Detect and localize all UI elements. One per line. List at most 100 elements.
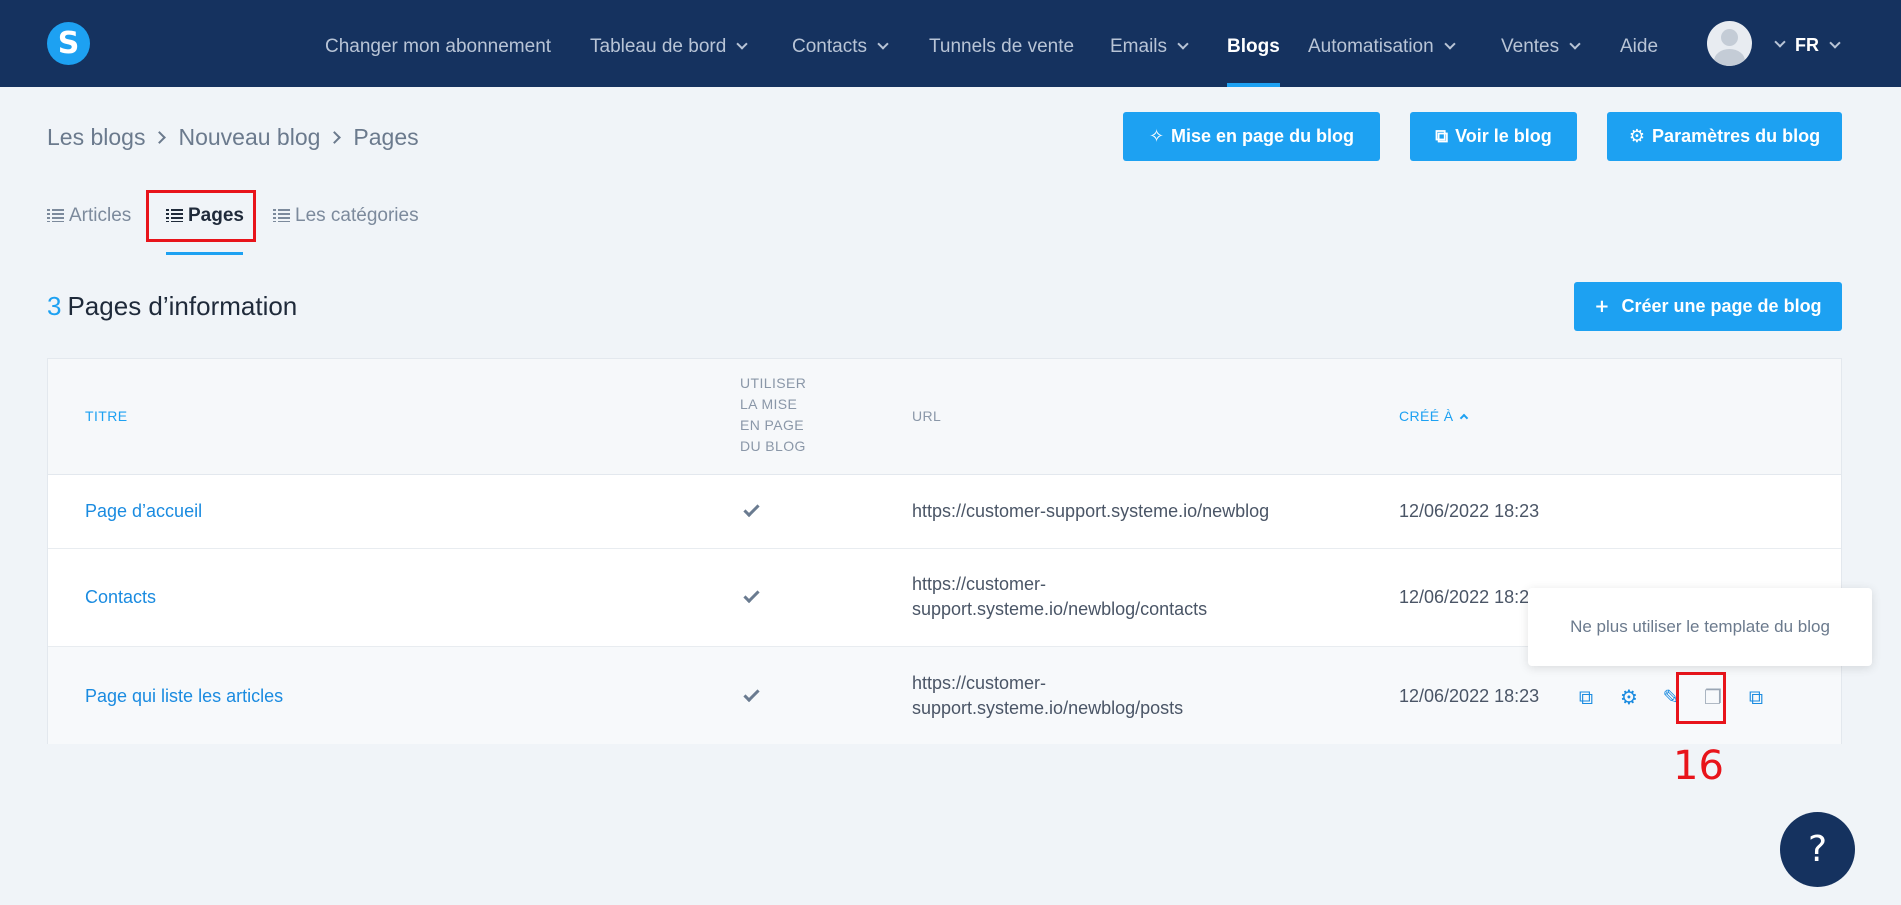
page-url: https://customer- support.systeme.io/new… bbox=[912, 572, 1207, 622]
column-header-created-label: CRÉÉ À bbox=[1399, 408, 1454, 424]
blog-settings-label: Paramètres du blog bbox=[1652, 126, 1821, 146]
help-button[interactable]: ? bbox=[1780, 812, 1855, 887]
column-header-title[interactable]: TITRE bbox=[85, 406, 127, 427]
page-url: https://customer- support.systeme.io/new… bbox=[912, 671, 1183, 721]
tab-label: Les catégories bbox=[295, 205, 419, 226]
top-nav: S Changer mon abonnement Tableau de bord… bbox=[0, 0, 1901, 87]
nav-item-label: Tunnels de vente bbox=[929, 36, 1075, 57]
chevron-right-icon bbox=[328, 131, 342, 144]
external-link-icon: ⧉ bbox=[1435, 126, 1449, 147]
page-url: https://customer-support.systeme.io/newb… bbox=[912, 499, 1269, 524]
table-row: Page d’accueil https://customer-support.… bbox=[48, 475, 1841, 549]
check-icon bbox=[743, 685, 760, 703]
column-header-line: LA MISE bbox=[740, 396, 798, 412]
page-title-link[interactable]: Contacts bbox=[85, 585, 156, 610]
page-url-line: https://customer- bbox=[912, 673, 1047, 693]
column-header-url: URL bbox=[912, 408, 942, 424]
column-header-use-layout: UTILISER LA MISE EN PAGE DU BLOG bbox=[740, 373, 806, 457]
blog-layout-label: Mise en page du blog bbox=[1171, 126, 1355, 146]
duplicate-page-button[interactable]: ⧉ bbox=[1743, 684, 1769, 710]
pages-table: TITRE UTILISER LA MISE EN PAGE DU BLOG U… bbox=[47, 358, 1842, 744]
nav-item-label: Emails bbox=[1110, 36, 1168, 57]
chevron-down-icon bbox=[1569, 38, 1581, 50]
breadcrumb-nouveau-blog[interactable]: Nouveau blog bbox=[178, 124, 320, 150]
page-created: 12/06/2022 18:23 bbox=[1399, 501, 1540, 521]
tab-label: Articles bbox=[69, 205, 132, 226]
view-blog-button[interactable]: ⧉ Voir le blog bbox=[1410, 112, 1577, 161]
column-header-line: DU BLOG bbox=[740, 438, 806, 454]
chevron-down-icon bbox=[736, 38, 748, 50]
check-icon bbox=[743, 500, 760, 518]
nav-item-emails[interactable]: Emails bbox=[1110, 0, 1189, 87]
step-annotation: 16 bbox=[1673, 743, 1724, 789]
nav-item-label: Ventes bbox=[1501, 36, 1560, 57]
external-link-icon: ⧉ bbox=[1578, 685, 1594, 709]
sort-asc-icon bbox=[1459, 413, 1468, 423]
plus-icon: + bbox=[1594, 296, 1610, 317]
open-page-button[interactable]: ⧉ bbox=[1573, 684, 1599, 710]
page-url-line: https://customer-support.systeme.io/newb… bbox=[912, 501, 1270, 521]
tooltip: Ne plus utiliser le template du blog bbox=[1528, 588, 1872, 666]
chevron-down-icon[interactable] bbox=[1774, 36, 1786, 48]
list-icon bbox=[47, 209, 64, 222]
nav-item-ventes[interactable]: Ventes bbox=[1501, 0, 1581, 87]
nav-item-label: Blogs bbox=[1227, 36, 1280, 57]
view-blog-label: Voir le blog bbox=[1455, 126, 1552, 146]
nav-item-label: Aide bbox=[1620, 36, 1659, 57]
column-header-line: EN PAGE bbox=[740, 417, 805, 433]
page-created: 12/06/2022 18:23 bbox=[1399, 686, 1540, 706]
breadcrumb-blogs[interactable]: Les blogs bbox=[47, 124, 145, 150]
page-title-link[interactable]: Page d’accueil bbox=[85, 499, 202, 524]
nav-item-tunnels-de-vente[interactable]: Tunnels de vente bbox=[929, 0, 1074, 87]
check-icon bbox=[743, 586, 760, 604]
nav-item-automatisation[interactable]: Automatisation bbox=[1308, 0, 1456, 87]
blog-layout-button[interactable]: ✧ Mise en page du blog bbox=[1123, 112, 1380, 161]
highlight-box-stop-template bbox=[1676, 672, 1726, 724]
avatar-body bbox=[1714, 49, 1745, 66]
chevron-down-icon bbox=[1829, 37, 1841, 49]
gear-icon: ⚙ bbox=[1620, 685, 1638, 709]
language-selector[interactable]: FR bbox=[1795, 0, 1841, 87]
nav-item-label: Tableau de bord bbox=[590, 36, 727, 57]
page-settings-button[interactable]: ⚙ bbox=[1616, 684, 1642, 710]
list-icon bbox=[273, 209, 290, 222]
avatar[interactable] bbox=[1707, 21, 1752, 66]
nav-item-blogs[interactable]: Blogs bbox=[1227, 0, 1280, 87]
nav-item-label: Changer mon abonnement bbox=[325, 36, 552, 57]
column-header-line: UTILISER bbox=[740, 375, 807, 391]
duplicate-icon: ⧉ bbox=[1748, 685, 1764, 709]
tab-articles[interactable]: Articles bbox=[47, 205, 131, 227]
page-title: 3 Pages d’information bbox=[47, 291, 297, 322]
nav-item-label: Contacts bbox=[792, 36, 867, 57]
gear-icon: ⚙ bbox=[1628, 126, 1646, 147]
active-tab-indicator bbox=[166, 252, 243, 255]
magic-wand-icon: ✧ bbox=[1148, 126, 1165, 147]
page-title-link[interactable]: Page qui liste les articles bbox=[85, 684, 283, 709]
page-count: 3 bbox=[47, 291, 62, 321]
nav-item-label: Automatisation bbox=[1308, 36, 1434, 57]
nav-item-aide[interactable]: Aide bbox=[1620, 0, 1658, 87]
avatar-head bbox=[1721, 29, 1738, 46]
nav-item-changer-abonnement[interactable]: Changer mon abonnement bbox=[325, 0, 551, 87]
create-blog-page-button[interactable]: + Créer une page de blog bbox=[1574, 282, 1842, 331]
page-url-line: support.systeme.io/newblog/posts bbox=[912, 698, 1184, 718]
page-url-line: https://customer- bbox=[912, 574, 1047, 594]
page-url-line: support.systeme.io/newblog/contacts bbox=[912, 599, 1208, 619]
chevron-right-icon bbox=[153, 131, 167, 144]
chevron-down-icon bbox=[1444, 38, 1456, 50]
highlight-box-pages-tab bbox=[146, 190, 256, 242]
breadcrumb: Les blogs Nouveau blog Pages bbox=[47, 124, 419, 151]
systeme-logo[interactable]: S bbox=[47, 22, 90, 65]
chevron-down-icon bbox=[877, 38, 889, 50]
tab-categories[interactable]: Les catégories bbox=[273, 205, 419, 227]
page-created: 12/06/2022 18:23 bbox=[1399, 587, 1540, 607]
page-title-label: Pages d’information bbox=[67, 291, 298, 321]
nav-item-tableau-de-bord[interactable]: Tableau de bord bbox=[590, 0, 748, 87]
nav-item-contacts[interactable]: Contacts bbox=[792, 0, 889, 87]
table-header: TITRE UTILISER LA MISE EN PAGE DU BLOG U… bbox=[48, 359, 1841, 475]
language-label: FR bbox=[1795, 35, 1819, 55]
blog-settings-button[interactable]: ⚙ Paramètres du blog bbox=[1607, 112, 1842, 161]
chevron-down-icon bbox=[1177, 38, 1189, 50]
column-header-created[interactable]: CRÉÉ À bbox=[1399, 406, 1468, 427]
create-blog-page-label: Créer une page de blog bbox=[1621, 296, 1822, 316]
